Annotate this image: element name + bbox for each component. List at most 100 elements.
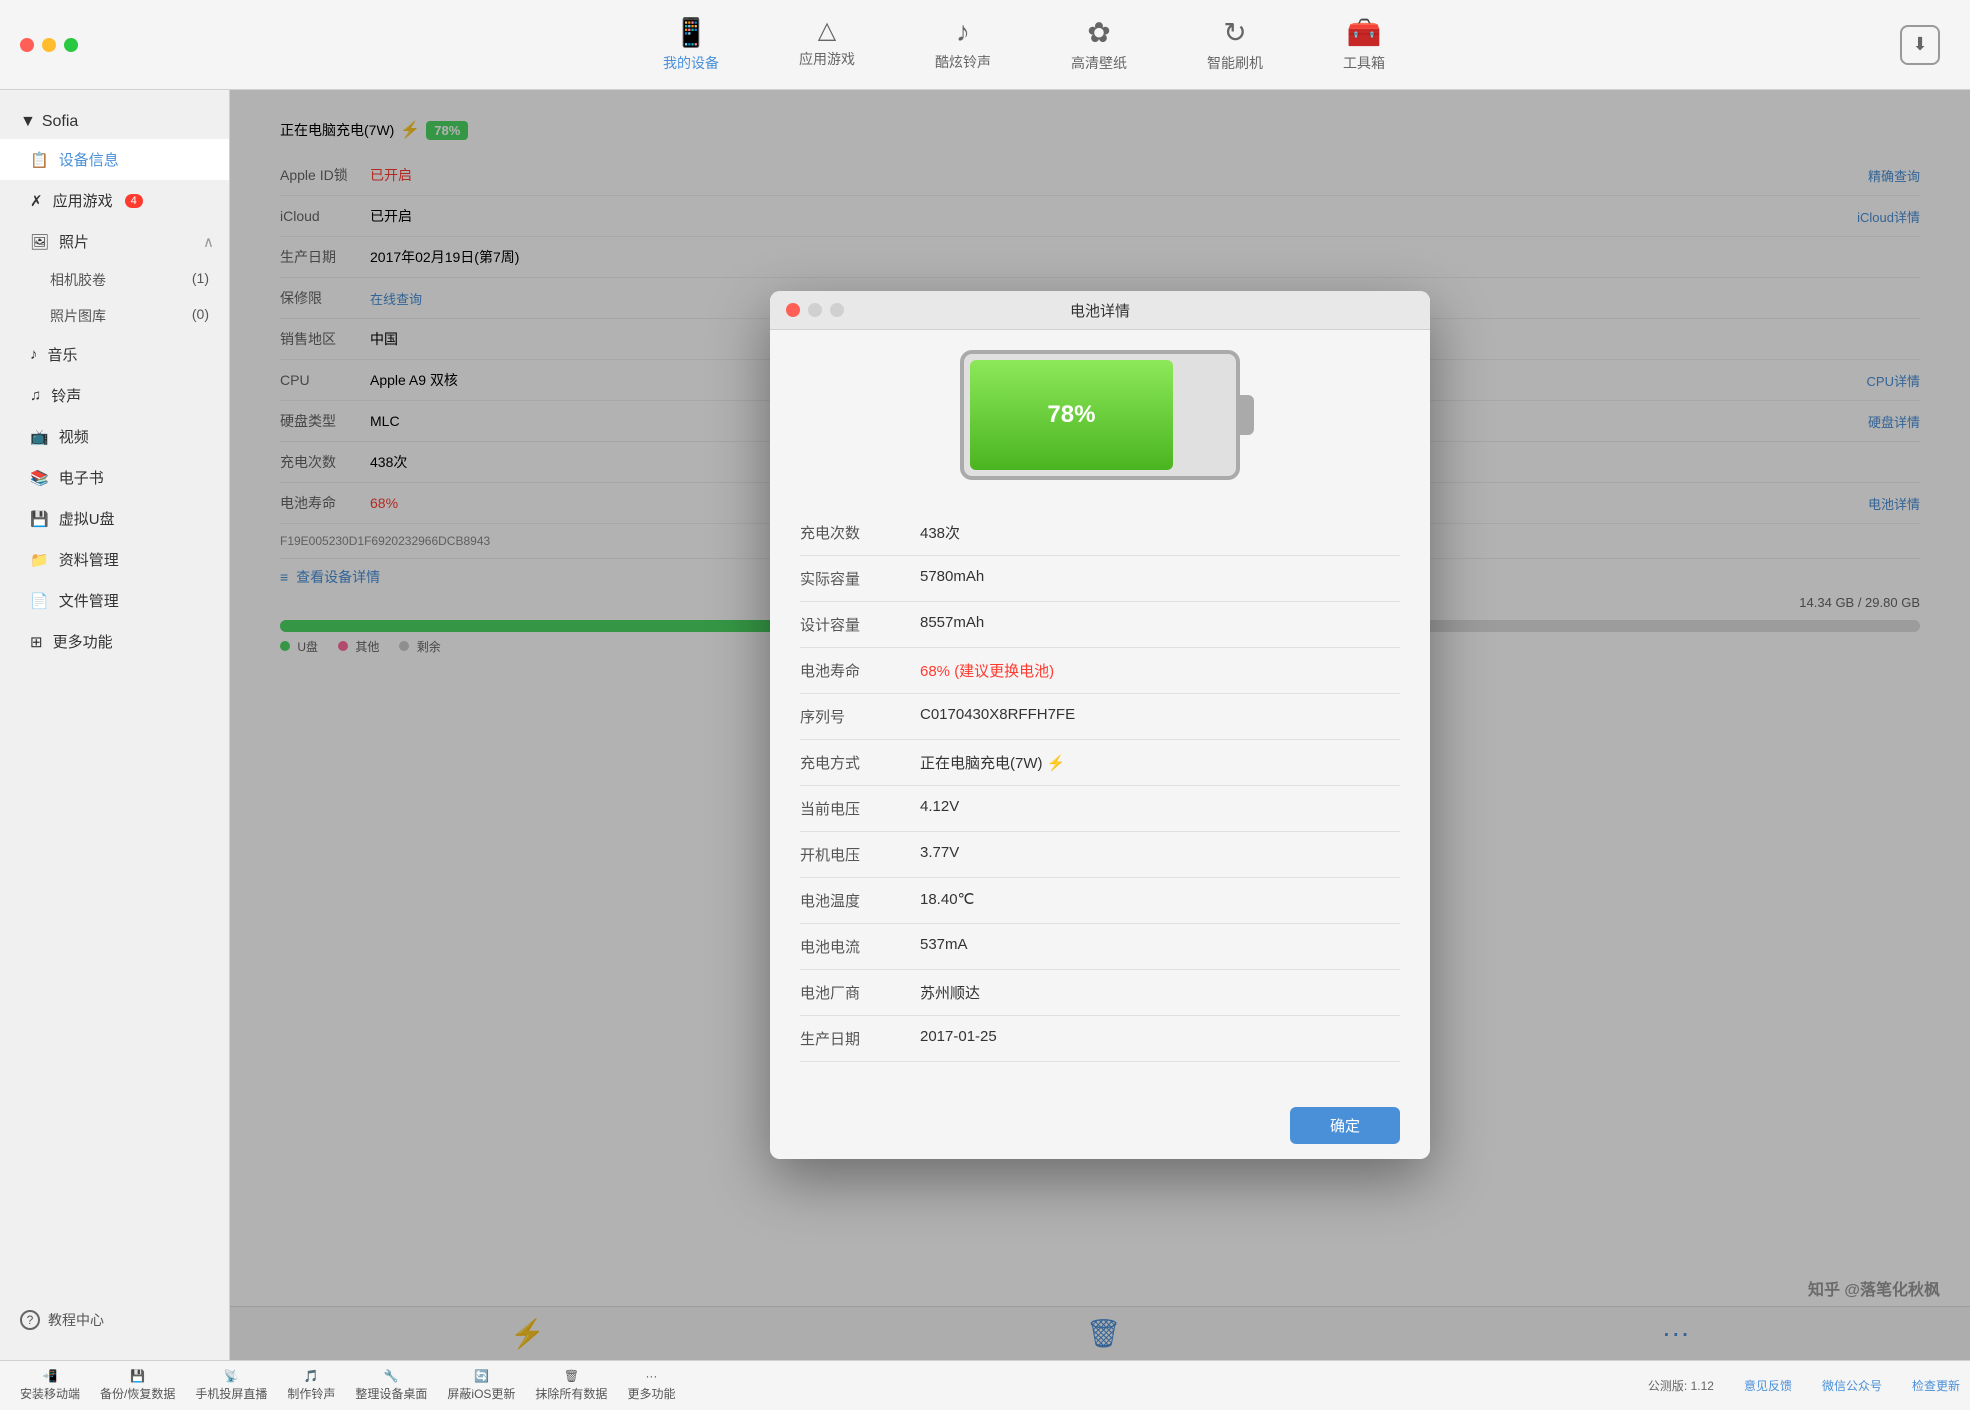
nav-apps-label: 应用游戏 [799,49,855,69]
battery-percent-text: 78% [1047,401,1095,429]
tutorial-icon: ? [20,1310,40,1330]
download-button[interactable]: ⬇ [1900,25,1940,65]
row-value-charge-method: 正在电脑充电(7W) ⚡ [920,752,1065,773]
more-bottom-icon: ··· [645,1369,657,1383]
feedback-label[interactable]: 意见反馈 [1744,1377,1792,1394]
modal-maximize-button[interactable] [830,303,844,317]
top-toolbar: 📱 我的设备 △ 应用游戏 ♪ 酷炫铃声 ✿ 高清壁纸 ↻ 智能刷机 🧰 工具箱… [0,0,1970,90]
row-value-battery-life: 68% (建议更换电池) [920,660,1054,681]
ringtone-bottom-icon: 🎵 [304,1369,319,1383]
photos-icon: 🖼 [30,233,49,251]
maximize-button[interactable] [64,38,78,52]
sidebar-item-usb[interactable]: 💾 虚拟U盘 [0,498,229,539]
action-more-bottom[interactable]: ··· 更多功能 [617,1369,685,1402]
bottom-bar: 📲 安装移动端 💾 备份/恢复数据 📡 手机投屏直播 🎵 制作铃声 🔧 整理设备… [0,1360,1970,1410]
traffic-lights [20,38,78,52]
sidebar-item-ebook-label: 电子书 [59,467,104,488]
action-block-update[interactable]: 🔄 屏蔽iOS更新 [437,1369,525,1402]
action-backup[interactable]: 💾 备份/恢复数据 [90,1369,185,1402]
nav-wallpapers[interactable]: ✿ 高清壁纸 [1031,8,1167,81]
apps-icon: △ [818,16,836,45]
row-label-actual-capacity: 实际容量 [800,568,920,589]
sidebar-item-apps[interactable]: ✗ 应用游戏 4 [0,180,229,221]
nav-apps-games[interactable]: △ 应用游戏 [759,8,895,81]
version-info: 公测版: 1.12 意见反馈 微信公众号 检查更新 [1648,1377,1960,1394]
nav-toolbox-label: 工具箱 [1343,53,1385,73]
erase-data-label: 抹除所有数据 [535,1385,607,1402]
row-value-manufacturer: 苏州顺达 [920,982,980,1003]
row-label-serial: 序列号 [800,706,920,727]
nav-flash[interactable]: ↻ 智能刷机 [1167,8,1303,81]
modal-row-voltage: 当前电压 4.12V [800,786,1400,832]
sidebar-item-video-label: 视频 [59,426,89,447]
apps-badge: 4 [125,194,143,208]
sidebar-item-data-mgmt-label: 资料管理 [59,549,119,570]
sidebar-item-video[interactable]: 📺 视频 [0,416,229,457]
version-label: 公测版: 1.12 [1648,1377,1714,1394]
erase-data-icon: 🗑 [564,1369,579,1383]
modal-body: 78% 充电次数 438次 实际容量 5780mAh [770,330,1430,1092]
battery-data-rows: 充电次数 438次 实际容量 5780mAh 设计容量 8557mAh 电池 [800,510,1400,1062]
update-label[interactable]: 检查更新 [1912,1377,1960,1394]
device-info-icon: 📋 [30,151,49,169]
nav-my-device-label: 我的设备 [663,53,719,73]
sidebar-sub-photo-library[interactable]: 照片图库 (0) [0,298,229,334]
action-install-mobile[interactable]: 📲 安装移动端 [10,1369,90,1402]
ringtone-bottom-label: 制作铃声 [287,1385,335,1402]
sidebar-tutorial[interactable]: ? 教程中心 [0,1295,229,1345]
nav-toolbox[interactable]: 🧰 工具箱 [1303,8,1425,81]
action-organize[interactable]: 🔧 整理设备桌面 [345,1369,437,1402]
nav-my-device[interactable]: 📱 我的设备 [623,8,759,81]
sidebar-item-data-mgmt[interactable]: 📁 资料管理 [0,539,229,580]
nav-ringtones-label: 酷炫铃声 [935,52,991,72]
sidebar-item-music[interactable]: ♪ 音乐 [0,334,229,375]
battery-outer: 78% [960,350,1240,480]
row-value-boot-voltage: 3.77V [920,844,959,865]
modal-row-serial: 序列号 C0170430X8RFFH7FE [800,694,1400,740]
flash-icon: ↻ [1223,16,1246,49]
more-icon: ⊞ [30,633,43,651]
nav-ringtones[interactable]: ♪ 酷炫铃声 [895,8,1031,81]
ringtone-sidebar-icon: ♫ [30,387,41,404]
modal-row-charge-count: 充电次数 438次 [800,510,1400,556]
action-ringtone[interactable]: 🎵 制作铃声 [277,1369,345,1402]
sidebar-item-file-mgmt[interactable]: 📄 文件管理 [0,580,229,621]
action-screen-mirror[interactable]: 📡 手机投屏直播 [185,1369,277,1402]
sidebar-item-ringtone[interactable]: ♫ 铃声 [0,375,229,416]
battery-tip [1238,395,1254,435]
minimize-button[interactable] [42,38,56,52]
sidebar-device: ▼ Sofia [0,105,229,139]
row-value-current: 537mA [920,936,968,957]
wechat-label[interactable]: 微信公众号 [1822,1377,1882,1394]
nav-items: 📱 我的设备 △ 应用游戏 ♪ 酷炫铃声 ✿ 高清壁纸 ↻ 智能刷机 🧰 工具箱 [98,8,1950,81]
sidebar-item-device-info-label: 设备信息 [59,149,119,170]
close-button[interactable] [20,38,34,52]
modal-row-charge-method: 充电方式 正在电脑充电(7W) ⚡ [800,740,1400,786]
sidebar-item-more-label: 更多功能 [53,631,113,652]
sidebar-item-ebook[interactable]: 📚 电子书 [0,457,229,498]
sidebar-sub-camera-roll[interactable]: 相机胶卷 (1) [0,262,229,298]
row-label-temperature: 电池温度 [800,890,920,911]
sidebar-item-device-info[interactable]: 📋 设备信息 [0,139,229,180]
camera-roll-label: 相机胶卷 [50,270,106,290]
block-update-icon: 🔄 [474,1369,489,1383]
toolbox-icon: 🧰 [1347,16,1382,49]
expand-icon: ▼ [20,113,36,131]
modal-row-manufacturer: 电池厂商 苏州顺达 [800,970,1400,1016]
modal-close-button[interactable] [786,303,800,317]
row-value-voltage: 4.12V [920,798,959,819]
row-label-design-capacity: 设计容量 [800,614,920,635]
confirm-button[interactable]: 确定 [1290,1107,1400,1144]
sidebar-item-photos[interactable]: 🖼 照片 ∧ [0,221,229,262]
battery-graphic: 78% [800,350,1400,480]
action-erase-data[interactable]: 🗑 抹除所有数据 [525,1369,617,1402]
modal-row-battery-life: 电池寿命 68% (建议更换电池) [800,648,1400,694]
camera-roll-count: (1) [192,270,209,290]
row-label-charge-count: 充电次数 [800,522,920,543]
modal-overlay: 电池详情 78% 充电次 [230,90,1970,1360]
sidebar-item-more[interactable]: ⊞ 更多功能 [0,621,229,662]
row-label-charge-method: 充电方式 [800,752,920,773]
data-mgmt-icon: 📁 [30,551,49,569]
modal-row-mfg-date: 生产日期 2017-01-25 [800,1016,1400,1062]
modal-minimize-button[interactable] [808,303,822,317]
